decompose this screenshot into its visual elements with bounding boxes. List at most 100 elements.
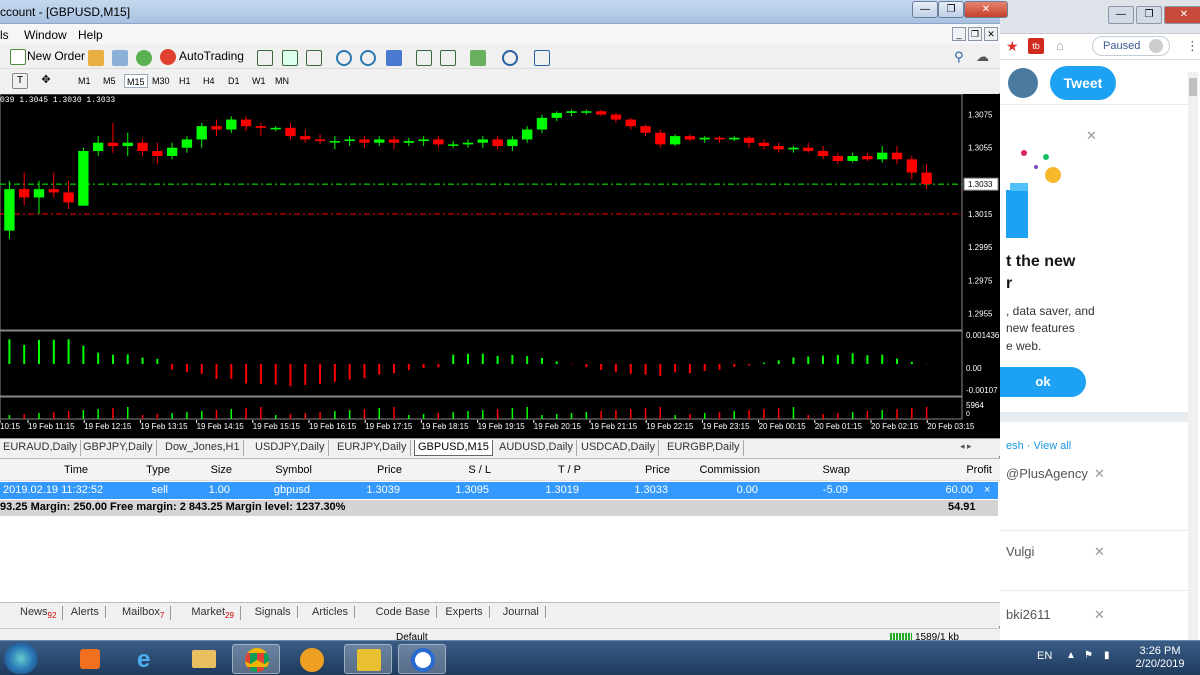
taskbar-vlc[interactable]: [344, 644, 392, 674]
chat-icon[interactable]: ☁: [976, 49, 989, 65]
column-header[interactable]: Type: [146, 464, 170, 476]
close-icon[interactable]: ✕: [1086, 128, 1097, 144]
user-suggestion[interactable]: bki2611: [1006, 607, 1051, 622]
templates-icon[interactable]: [534, 50, 550, 66]
column-header[interactable]: Price: [377, 464, 402, 476]
tile-windows-icon[interactable]: [386, 50, 402, 66]
chart-tab[interactable]: EURGBP,Daily: [664, 440, 744, 456]
column-header[interactable]: Commission: [699, 464, 760, 476]
column-header[interactable]: Symbol: [275, 464, 312, 476]
taskbar-app[interactable]: [288, 644, 336, 674]
bar-chart-icon[interactable]: [257, 50, 273, 66]
timeframe-w1[interactable]: W1: [250, 74, 268, 88]
column-header[interactable]: T / P: [558, 464, 581, 476]
taskbar-chrome[interactable]: [232, 644, 280, 674]
periods-icon[interactable]: [502, 50, 518, 66]
tab-scroll-icon[interactable]: ◂ ▸: [960, 441, 972, 452]
autoscroll-icon[interactable]: [416, 50, 432, 66]
timeframe-d1[interactable]: D1: [226, 74, 242, 88]
close-icon[interactable]: ✕: [1094, 544, 1105, 560]
avatar[interactable]: [1008, 68, 1038, 98]
close-order-icon[interactable]: ×: [984, 484, 990, 496]
clock[interactable]: 3:26 PM 2/20/2019: [1130, 645, 1190, 671]
star-icon[interactable]: ★: [1006, 38, 1019, 55]
restore-button[interactable]: ❐: [938, 1, 964, 18]
minimize-button[interactable]: —: [912, 1, 938, 18]
language-indicator[interactable]: EN: [1037, 650, 1052, 662]
menu-tools[interactable]: ls: [0, 28, 9, 42]
browser-maximize-button[interactable]: ❐: [1136, 6, 1162, 24]
terminal-tab[interactable]: Signals: [255, 606, 298, 618]
timeframe-h1[interactable]: H1: [177, 74, 193, 88]
chart-tab[interactable]: USDCAD,Daily: [578, 440, 659, 456]
tweet-button[interactable]: Tweet: [1050, 66, 1116, 100]
chart-canvas[interactable]: 1.3075 1.3055 1.3033 1.3015 1.2995 1.2975 1.29…: [0, 94, 1000, 439]
refresh-link[interactable]: esh · View all: [1006, 440, 1071, 452]
flag-icon[interactable]: ⚑: [1084, 650, 1093, 661]
promo-button[interactable]: ok: [1000, 367, 1086, 397]
chart-tab[interactable]: GBPUSD,M15: [414, 440, 493, 456]
indicators-icon[interactable]: [470, 50, 486, 66]
terminal-tab[interactable]: Mailbox7: [122, 606, 172, 621]
market-watch-icon[interactable]: [136, 50, 152, 66]
candlestick-icon[interactable]: [282, 50, 298, 66]
search-icon[interactable]: ⚲: [954, 49, 964, 65]
timeframe-h4[interactable]: H4: [201, 74, 217, 88]
chart-tab[interactable]: GBPJPY,Daily: [80, 440, 157, 456]
timeframe-m1[interactable]: M1: [76, 74, 93, 88]
terminal-tab[interactable]: Articles: [312, 606, 356, 618]
timeframe-m15[interactable]: M15: [124, 74, 148, 88]
arrows-tool-icon[interactable]: ✥: [38, 73, 54, 89]
mdi-restore-button[interactable]: ❐: [968, 27, 982, 41]
user-suggestion[interactable]: @PlusAgency: [1006, 466, 1088, 481]
timeframe-m5[interactable]: M5: [101, 74, 118, 88]
column-header[interactable]: Swap: [822, 464, 850, 476]
terminal-tab[interactable]: Journal: [503, 606, 546, 618]
terminal-tab[interactable]: Experts: [445, 606, 490, 618]
chart-tab[interactable]: USDJPY,Daily: [252, 440, 329, 456]
user-suggestion[interactable]: Vulgi: [1006, 544, 1034, 559]
table-row[interactable]: 2019.02.19 11:32:52 sell 1.00 gbpusd 1.3039 1…: [0, 482, 998, 499]
signal-icon[interactable]: ▮: [1104, 650, 1110, 661]
close-icon[interactable]: ✕: [1094, 466, 1105, 482]
taskbar-explorer[interactable]: [180, 644, 228, 674]
terminal-tab[interactable]: Code Base: [376, 606, 438, 618]
menu-icon[interactable]: ⋮: [1186, 38, 1199, 54]
chart-tab[interactable]: Dow_Jones,H1: [162, 440, 244, 456]
close-button[interactable]: ✕: [964, 1, 1008, 18]
chart-shift-icon[interactable]: [440, 50, 456, 66]
timeframe-mn[interactable]: MN: [273, 74, 291, 88]
text-tool-icon[interactable]: T: [12, 73, 28, 89]
timeframe-m30[interactable]: M30: [150, 74, 172, 88]
browser-scrollbar[interactable]: [1188, 72, 1198, 640]
chart-tab[interactable]: EURAUD,Daily: [0, 440, 81, 456]
metaeditor-icon[interactable]: [88, 50, 104, 66]
chart-tab[interactable]: AUDUSD,Daily: [496, 440, 577, 456]
zoom-in-icon[interactable]: [336, 50, 352, 66]
column-header[interactable]: Price: [645, 464, 670, 476]
tag-icon[interactable]: ⌂: [1056, 38, 1064, 53]
terminal-tab[interactable]: Market29: [191, 606, 241, 621]
zoom-out-icon[interactable]: [360, 50, 376, 66]
mdi-close-button[interactable]: ✕: [984, 27, 998, 41]
menu-help[interactable]: Help: [78, 28, 103, 42]
navigator-icon[interactable]: [112, 50, 128, 66]
column-header[interactable]: Profit: [966, 464, 992, 476]
browser-minimize-button[interactable]: —: [1108, 6, 1134, 24]
menu-window[interactable]: Window: [24, 28, 67, 42]
start-button[interactable]: [4, 643, 38, 674]
taskbar-media-player[interactable]: [66, 644, 114, 674]
column-header[interactable]: S / L: [468, 464, 491, 476]
price-chart[interactable]: 1.3075 1.3055 1.3033 1.3015 1.2995 1.2975 1.29…: [0, 94, 1000, 439]
paused-badge[interactable]: Paused: [1092, 36, 1170, 56]
extension-tb-icon[interactable]: tb: [1028, 38, 1044, 54]
column-header[interactable]: Size: [211, 464, 232, 476]
tray-arrow-icon[interactable]: ▲: [1066, 650, 1076, 661]
chart-tab[interactable]: EURJPY,Daily: [334, 440, 411, 456]
taskbar-ie[interactable]: e: [124, 644, 172, 674]
taskbar-metatrader[interactable]: [398, 644, 446, 674]
terminal-tab[interactable]: News92: [20, 606, 64, 621]
browser-close-button[interactable]: ✕: [1164, 6, 1200, 24]
column-header[interactable]: Time: [64, 464, 88, 476]
terminal-tab[interactable]: Alerts: [71, 606, 106, 618]
